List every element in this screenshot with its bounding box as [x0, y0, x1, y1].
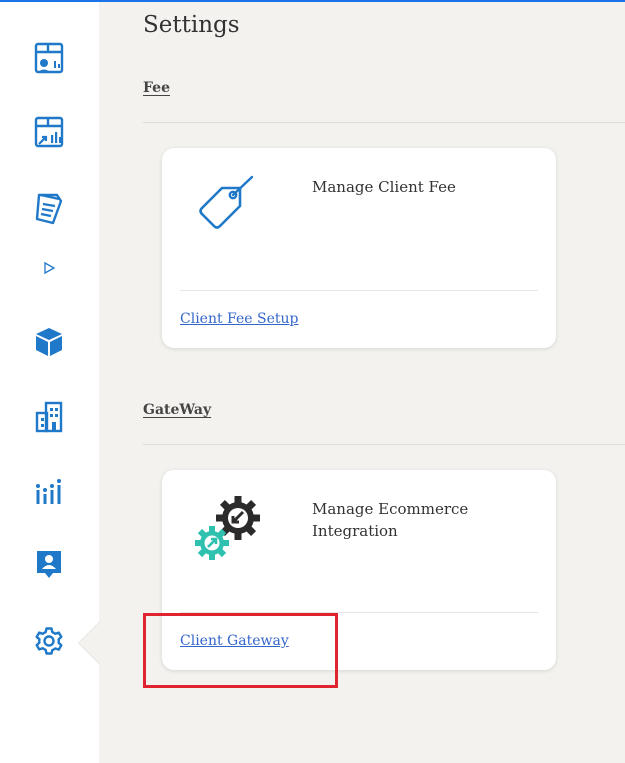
sidebar-item-settings[interactable]: [24, 621, 74, 661]
highlight-annotation-box: [143, 613, 338, 688]
sidebar-item-contacts[interactable]: [24, 545, 74, 585]
card-title: Manage Ecommerce Integration: [312, 500, 469, 540]
client-dashboard-icon: [34, 42, 64, 74]
analytics-icon: [36, 479, 61, 504]
section-divider: [143, 444, 625, 445]
user-contact-icon: [37, 551, 61, 578]
section-title-gateway: GateWay: [143, 402, 212, 418]
card-title: Manage Client Fee: [312, 178, 456, 196]
active-indicator: [79, 622, 100, 664]
section-title-fee: Fee: [143, 80, 170, 96]
sidebar: [0, 2, 100, 763]
section-divider: [143, 122, 625, 123]
integration-gears-icon: [195, 496, 260, 560]
sidebar-item-analytics[interactable]: [24, 473, 74, 513]
price-tag-icon: [199, 175, 254, 229]
sidebar-item-client-dashboard[interactable]: [24, 39, 74, 79]
card-manage-client-fee: Manage Client Fee Client Fee Setup: [162, 148, 556, 348]
building-icon: [35, 401, 63, 433]
sidebar-item-reports[interactable]: [24, 113, 74, 153]
page-title: Settings: [143, 12, 240, 38]
sidebar-item-documents[interactable]: [24, 188, 74, 228]
card-divider: [180, 290, 538, 291]
sidebar-expand-toggle[interactable]: [24, 248, 74, 288]
sidebar-item-products[interactable]: [24, 322, 74, 362]
reports-icon: [34, 116, 64, 148]
product-box-icon: [36, 328, 62, 356]
expand-arrow-icon: [44, 261, 56, 275]
sidebar-item-organization[interactable]: [24, 397, 74, 437]
client-fee-setup-link[interactable]: Client Fee Setup: [180, 311, 299, 327]
settings-gear-icon: [35, 627, 63, 655]
documents-icon: [35, 193, 63, 225]
